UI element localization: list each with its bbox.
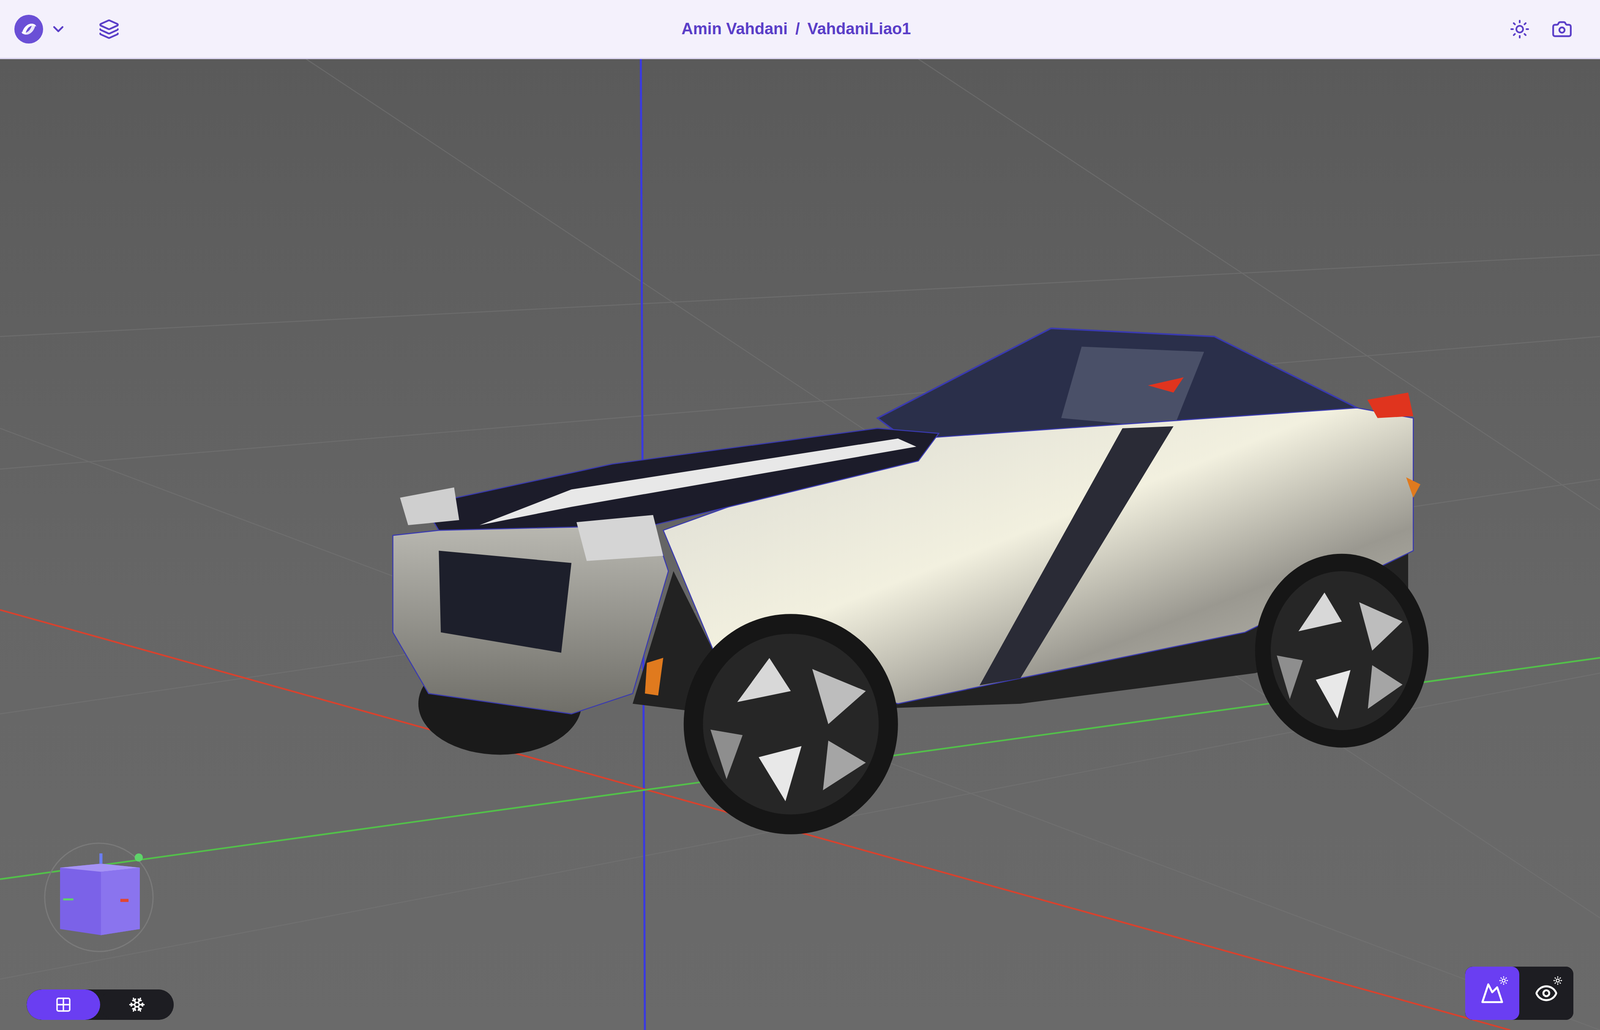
top-bar: Amin Vahdani / VahdaniLiao1	[0, 0, 1600, 60]
environment-button[interactable]	[1519, 966, 1574, 1021]
wireframe-icon	[128, 996, 146, 1014]
view-mode-toggle	[26, 989, 174, 1021]
sparkle-badge	[1553, 976, 1563, 986]
wheel	[1255, 554, 1429, 749]
screenshot-button[interactable]	[1545, 12, 1579, 47]
environment-toggle	[1465, 966, 1574, 1021]
x-axis	[0, 610, 1511, 1030]
breadcrumb-item[interactable]: VahdaniLiao1	[807, 19, 911, 39]
view-cube[interactable]	[42, 841, 156, 954]
logo-icon	[13, 13, 44, 45]
lighting-button[interactable]	[1502, 12, 1537, 47]
layers-icon	[98, 18, 120, 40]
surface-icon	[54, 996, 72, 1014]
environment-button[interactable]	[1465, 966, 1520, 1021]
breadcrumb-separator: /	[795, 19, 800, 39]
camera-icon	[1551, 18, 1573, 40]
chevron-down-icon	[49, 20, 67, 38]
eye-icon	[1534, 981, 1559, 1006]
app: Amin Vahdani / VahdaniLiao1	[0, 0, 1600, 1030]
breadcrumb-item[interactable]: Amin Vahdani	[681, 19, 788, 39]
sun-icon	[1509, 19, 1530, 40]
app-menu-button[interactable]	[13, 13, 67, 45]
view-mode-button[interactable]	[26, 989, 101, 1021]
3d-viewport[interactable]	[0, 59, 1600, 1030]
sun-icon	[1498, 976, 1509, 986]
grid	[0, 59, 1600, 1030]
breadcrumb: Amin Vahdani / VahdaniLiao1	[681, 19, 912, 39]
sparkle-badge	[1498, 976, 1509, 986]
layers-button[interactable]	[92, 12, 126, 47]
sun-icon	[1553, 976, 1563, 986]
car-model[interactable]	[393, 328, 1429, 835]
wheel	[683, 614, 899, 835]
viewport[interactable]	[0, 59, 1600, 1030]
view-mode-button[interactable]	[100, 989, 174, 1021]
mountain-icon	[1480, 981, 1505, 1006]
